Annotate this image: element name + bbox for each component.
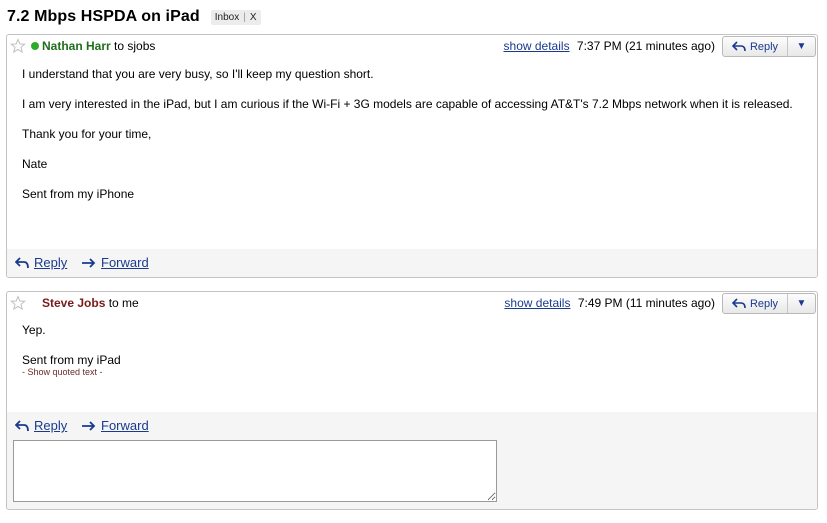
footer-reply-label: Reply — [34, 418, 68, 433]
thread-header: 7.2 Mbps HSPDA on iPad Inbox | X — [7, 7, 261, 27]
more-actions-dropdown[interactable]: ▼ — [788, 294, 815, 313]
thread-subject: 7.2 Mbps HSPDA on iPad — [7, 8, 200, 25]
reply-button-label: Reply — [749, 297, 779, 310]
sender-name[interactable]: Nathan Harr — [42, 39, 111, 53]
message-meta: show details 7:49 PM (11 minutes ago) — [504, 296, 715, 310]
show-details-link[interactable]: show details — [504, 296, 570, 310]
message-body: Yep. Sent from my iPad - Show quoted tex… — [22, 323, 805, 377]
footer-forward-label: Forward — [101, 255, 149, 270]
recipient-text: to sjobs — [114, 39, 156, 53]
remove-label-button[interactable]: X — [250, 12, 257, 23]
message-footer: Reply Forward — [7, 249, 817, 277]
more-actions-dropdown[interactable]: ▼ — [788, 37, 815, 56]
body-paragraph: Sent from my iPhone — [22, 187, 135, 201]
inbox-label: Inbox | X — [210, 9, 261, 25]
footer-forward-link[interactable]: Forward — [81, 255, 149, 270]
show-quoted-text-link[interactable]: - Show quoted text - — [22, 367, 805, 377]
body-paragraph: I am very interested in the iPad, but I … — [22, 97, 793, 111]
quick-reply-textarea[interactable] — [13, 440, 497, 502]
reply-arrow-icon — [15, 419, 29, 431]
footer-forward-label: Forward — [101, 418, 149, 433]
sender-name[interactable]: Steve Jobs — [42, 296, 105, 310]
reply-arrow-icon — [731, 41, 746, 52]
reply-button-group: Reply ▼ — [722, 293, 816, 314]
reply-button[interactable]: Reply — [723, 294, 788, 313]
footer-reply-link[interactable]: Reply — [15, 418, 67, 433]
message-card: Steve Jobs to me show details 7:49 PM (1… — [6, 291, 818, 510]
message-header[interactable]: Nathan Harr to sjobs show details 7:37 P… — [7, 35, 817, 59]
footer-reply-label: Reply — [34, 255, 68, 270]
sender-line: Steve Jobs to me — [42, 296, 139, 310]
reply-arrow-icon — [15, 256, 29, 268]
message-meta: show details 7:37 PM (21 minutes ago) — [504, 39, 715, 53]
message-header[interactable]: Steve Jobs to me show details 7:49 PM (1… — [7, 292, 817, 316]
body-paragraph: Yep. — [22, 323, 46, 337]
body-paragraph: Nate — [22, 157, 48, 171]
forward-arrow-icon — [82, 420, 96, 431]
sender-line: Nathan Harr to sjobs — [42, 39, 155, 53]
message-card: Nathan Harr to sjobs show details 7:37 P… — [6, 34, 818, 278]
message-body: I understand that you are very busy, so … — [22, 67, 805, 217]
footer-reply-link[interactable]: Reply — [15, 255, 67, 270]
footer-forward-link[interactable]: Forward — [81, 418, 149, 433]
star-icon[interactable] — [10, 295, 26, 311]
online-status-icon — [31, 42, 39, 50]
body-paragraph: Thank you for your time, — [22, 127, 152, 141]
reply-button-label: Reply — [749, 40, 779, 53]
body-paragraph: Sent from my iPad — [22, 353, 121, 367]
star-icon[interactable] — [10, 38, 26, 54]
body-paragraph: I understand that you are very busy, so … — [22, 67, 374, 81]
message-footer: Reply Forward — [7, 412, 817, 509]
reply-button[interactable]: Reply — [723, 37, 788, 56]
recipient-text: to me — [108, 296, 139, 310]
message-time: 7:37 PM (21 minutes ago) — [576, 39, 715, 53]
message-time: 7:49 PM (11 minutes ago) — [577, 296, 715, 310]
forward-arrow-icon — [82, 257, 96, 268]
reply-button-group: Reply ▼ — [722, 36, 816, 57]
inbox-label-text[interactable]: Inbox — [215, 12, 239, 23]
reply-arrow-icon — [731, 298, 746, 309]
show-details-link[interactable]: show details — [504, 39, 570, 53]
